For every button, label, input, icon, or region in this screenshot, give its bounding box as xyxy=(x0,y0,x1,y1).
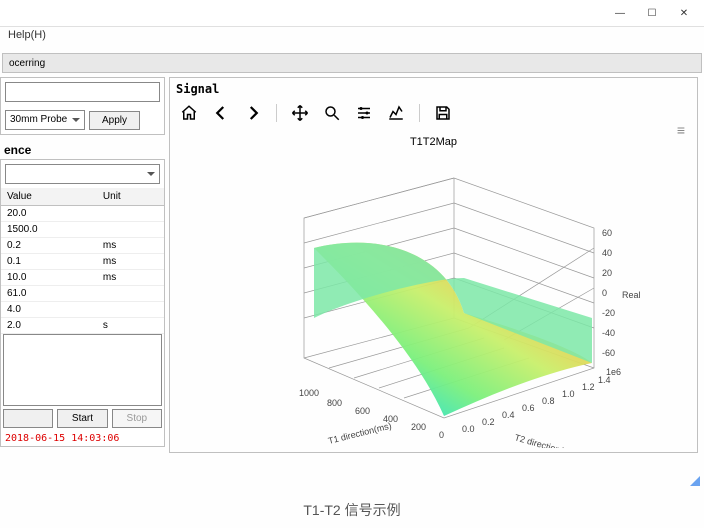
probe-select[interactable]: 30mm Probe xyxy=(5,110,85,130)
svg-text:0: 0 xyxy=(439,430,444,440)
stop-button: Stop xyxy=(112,409,162,428)
ribbon-tabs[interactable]: ocerring xyxy=(2,53,702,73)
svg-text:0.0: 0.0 xyxy=(462,424,475,434)
home-icon[interactable] xyxy=(180,104,198,122)
y-axis-label: T2 direction(ms) xyxy=(513,432,578,448)
z-axis-label: Real xyxy=(622,290,641,300)
back-icon[interactable] xyxy=(212,104,230,122)
svg-text:1.2: 1.2 xyxy=(582,382,595,392)
chart-title: T1T2Map xyxy=(410,130,457,148)
menu-help[interactable]: Help(H) xyxy=(8,29,46,41)
svg-text:-40: -40 xyxy=(602,328,615,338)
start-button[interactable]: Start xyxy=(57,409,107,428)
table-row[interactable]: 4.0 xyxy=(1,302,164,318)
signal-title: Signal xyxy=(170,78,697,100)
col-unit: Unit xyxy=(97,188,164,206)
section-title: ence xyxy=(0,141,165,159)
svg-text:-60: -60 xyxy=(602,348,615,358)
table-row[interactable]: 20.0 xyxy=(1,206,164,222)
x-axis-label: T1 direction(ms) xyxy=(327,421,393,446)
table-row[interactable]: 1500.0 xyxy=(1,222,164,238)
surface-chart[interactable]: 60 40 20 0 -20 -40 -60 Real 1000 800 600… xyxy=(214,148,654,448)
svg-text:60: 60 xyxy=(602,228,612,238)
maximize-button[interactable]: ☐ xyxy=(636,3,668,23)
table-row[interactable]: 0.2ms xyxy=(1,238,164,254)
probe-select-value: 30mm Probe xyxy=(10,114,67,125)
configure-icon[interactable] xyxy=(355,104,373,122)
svg-text:0: 0 xyxy=(602,288,607,298)
log-textarea[interactable] xyxy=(3,334,162,406)
text-input[interactable] xyxy=(5,82,160,102)
window-titlebar: — ☐ ✕ xyxy=(0,0,704,27)
svg-text:1000: 1000 xyxy=(299,388,319,398)
pan-icon[interactable] xyxy=(291,104,309,122)
figure-caption: T1-T2 信号示例 xyxy=(0,500,704,520)
ribbon-tab-label: ocerring xyxy=(9,58,45,69)
svg-text:0.4: 0.4 xyxy=(502,410,515,420)
apply-button[interactable]: Apply xyxy=(89,111,140,130)
edit-axes-icon[interactable] xyxy=(387,104,405,122)
svg-text:200: 200 xyxy=(411,422,426,432)
svg-text:600: 600 xyxy=(355,406,370,416)
separator xyxy=(419,104,420,122)
table-row[interactable]: 10.0ms xyxy=(1,270,164,286)
minimize-button[interactable]: — xyxy=(604,3,636,23)
resize-handle-icon[interactable] xyxy=(690,476,700,486)
signal-panel: Signal ≡ T1T2Map xyxy=(169,77,698,453)
timestamp: 2018-06-15 14:03:06 xyxy=(1,431,164,446)
save-icon[interactable] xyxy=(434,104,452,122)
zoom-icon[interactable] xyxy=(323,104,341,122)
table-row[interactable]: 2.0s xyxy=(1,318,164,334)
svg-text:-20: -20 xyxy=(602,308,615,318)
svg-text:20: 20 xyxy=(602,268,612,278)
parameter-table: Value Unit 20.0 1500.0 0.2ms 0.1ms 10.0m… xyxy=(1,188,164,334)
plot-toolbar xyxy=(170,100,697,130)
forward-icon[interactable] xyxy=(244,104,262,122)
svg-text:0.8: 0.8 xyxy=(542,396,555,406)
svg-text:40: 40 xyxy=(602,248,612,258)
svg-text:1.0: 1.0 xyxy=(562,389,575,399)
close-button[interactable]: ✕ xyxy=(668,3,700,23)
svg-text:800: 800 xyxy=(327,398,342,408)
table-row[interactable]: 0.1ms xyxy=(1,254,164,270)
svg-text:0.2: 0.2 xyxy=(482,417,495,427)
blank-button[interactable] xyxy=(3,409,53,428)
separator xyxy=(276,104,277,122)
col-value: Value xyxy=(1,188,97,206)
y-exponent: 1e6 xyxy=(606,367,621,377)
svg-text:0.6: 0.6 xyxy=(522,403,535,413)
plot-menu-icon[interactable]: ≡ xyxy=(677,122,685,138)
table-row[interactable]: 61.0 xyxy=(1,286,164,302)
sequence-select[interactable] xyxy=(5,164,160,184)
menubar: Help(H) xyxy=(0,27,704,51)
